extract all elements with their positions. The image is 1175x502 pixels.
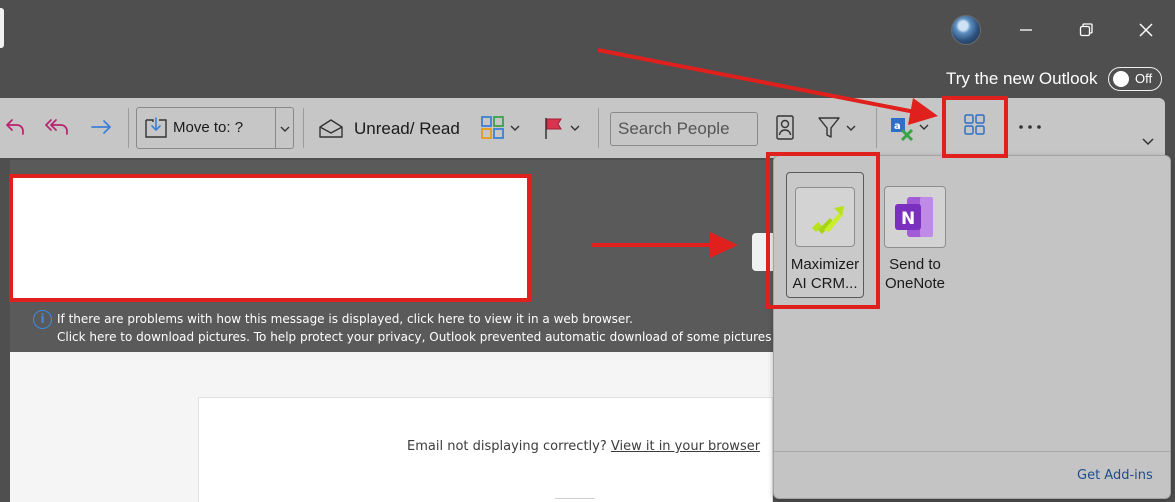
reply-all-button[interactable] bbox=[42, 112, 72, 142]
annotation-box-maximizer bbox=[766, 152, 880, 309]
restore-icon bbox=[1079, 23, 1093, 37]
categorize-button[interactable] bbox=[480, 114, 522, 142]
view-in-browser-link[interactable]: View it in your browser bbox=[611, 439, 760, 454]
email-notice-text: Email not displaying correctly? bbox=[407, 439, 611, 454]
onenote-icon[interactable]: N bbox=[884, 186, 946, 248]
filter-email-button[interactable] bbox=[816, 114, 860, 142]
close-button[interactable] bbox=[1126, 12, 1166, 48]
toggle-state-label: Off bbox=[1135, 71, 1153, 86]
move-to-dropdown[interactable]: Move to: ? bbox=[136, 107, 294, 149]
address-book-button[interactable] bbox=[772, 113, 798, 143]
annotation-box-apps bbox=[942, 96, 1008, 158]
address-book-icon bbox=[776, 115, 794, 140]
reply-icon bbox=[6, 119, 24, 135]
forward-button[interactable] bbox=[88, 112, 116, 142]
ribbon-separator bbox=[598, 108, 599, 148]
dropdown-divider bbox=[275, 108, 276, 148]
collapse-ribbon-button[interactable] bbox=[1138, 134, 1158, 150]
close-icon bbox=[1139, 23, 1153, 37]
categorize-icon bbox=[481, 116, 520, 139]
more-options-button[interactable] bbox=[1014, 116, 1046, 138]
get-addins-link[interactable]: Get Add-ins bbox=[1077, 468, 1153, 483]
onenote-label-line2[interactable]: OneNote bbox=[870, 274, 960, 293]
ribbon-separator bbox=[876, 108, 877, 148]
toggle-knob bbox=[1113, 71, 1129, 87]
info-icon: i bbox=[33, 310, 52, 329]
filter-icon bbox=[818, 117, 856, 138]
unread-read-label[interactable]: Unread/ Read bbox=[354, 119, 460, 139]
chevron-down-icon[interactable] bbox=[279, 124, 291, 134]
move-to-folder-icon bbox=[145, 117, 167, 138]
addins-footer-divider bbox=[774, 451, 1170, 452]
more-options-icon bbox=[1019, 125, 1041, 129]
ribbon-separator bbox=[128, 108, 129, 148]
reply-button[interactable] bbox=[2, 112, 28, 142]
minimize-button[interactable] bbox=[1006, 12, 1046, 48]
chevron-down-icon bbox=[1142, 138, 1154, 146]
flag-icon bbox=[545, 118, 580, 139]
window-edge-tab bbox=[0, 8, 4, 48]
email-notice: Email not displaying correctly? View it … bbox=[407, 439, 760, 454]
try-new-outlook-label: Try the new Outlook bbox=[946, 69, 1098, 88]
flag-button[interactable] bbox=[542, 114, 584, 142]
onenote-label-line1[interactable]: Send to bbox=[870, 255, 960, 274]
ribbon-separator bbox=[303, 108, 304, 148]
forward-icon bbox=[91, 120, 111, 134]
svg-text:a: a bbox=[894, 121, 901, 132]
svg-text:N: N bbox=[901, 209, 915, 229]
download-pictures-infobar[interactable]: Click here to download pictures. To help… bbox=[57, 330, 786, 344]
search-people-input[interactable]: Search People bbox=[610, 112, 758, 146]
translate-icon: a bbox=[891, 118, 929, 142]
minimize-icon bbox=[1020, 29, 1032, 31]
view-in-browser-infobar[interactable]: If there are problems with how this mess… bbox=[57, 312, 633, 326]
translate-button[interactable]: a bbox=[888, 114, 932, 142]
annotation-box-header bbox=[9, 174, 531, 302]
card-divider bbox=[555, 498, 595, 502]
move-to-label: Move to: ? bbox=[173, 119, 244, 136]
title-bar: Try the new Outlook Off bbox=[0, 0, 1175, 98]
new-outlook-toggle[interactable]: Off bbox=[1108, 67, 1162, 91]
user-avatar[interactable] bbox=[951, 15, 981, 45]
restore-button[interactable] bbox=[1066, 12, 1106, 48]
reply-all-icon bbox=[45, 119, 68, 135]
envelope-open-icon bbox=[319, 119, 343, 138]
unread-read-button[interactable] bbox=[316, 114, 346, 142]
